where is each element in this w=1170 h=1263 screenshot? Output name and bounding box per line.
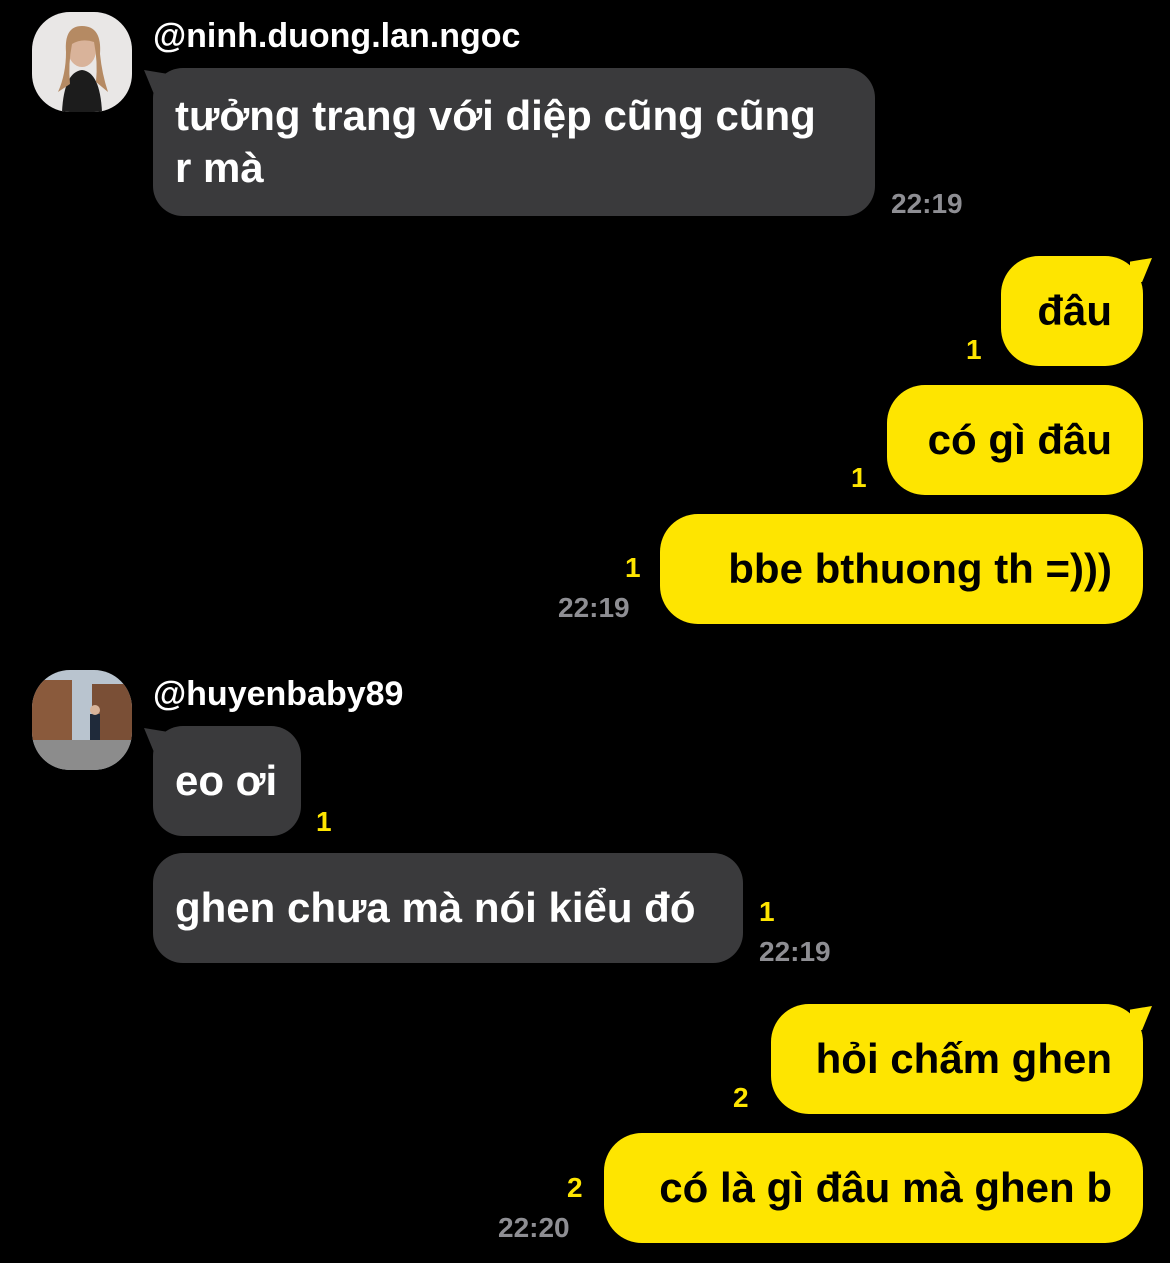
message-text: ghen chưa mà nói kiểu đó bbox=[175, 884, 696, 931]
message-timestamp: 22:19 bbox=[558, 592, 630, 623]
incoming-message[interactable]: eo ơi bbox=[153, 726, 301, 836]
avatar-ninh-duong-lan-ngoc[interactable] bbox=[32, 12, 132, 112]
message-text: eo ơi bbox=[175, 757, 278, 804]
message-text: đâu bbox=[1037, 287, 1112, 334]
unread-count: 1 bbox=[759, 896, 775, 927]
unread-count: 2 bbox=[567, 1172, 583, 1203]
message-text: có gì đâu bbox=[927, 416, 1112, 463]
unread-count: 1 bbox=[625, 552, 641, 583]
sender-name: @ninh.duong.lan.ngoc bbox=[153, 17, 521, 55]
message-timestamp: 22:20 bbox=[498, 1212, 570, 1243]
avatar-photo-icon bbox=[32, 12, 132, 112]
incoming-message[interactable]: ghen chưa mà nói kiểu đó bbox=[153, 853, 743, 963]
message-text: bbe bthuong th =))) bbox=[728, 545, 1112, 592]
unread-count: 1 bbox=[966, 334, 982, 365]
message-text: hỏi chấm ghen bbox=[815, 1035, 1112, 1082]
message-text-line: r mà bbox=[175, 144, 264, 191]
message-timestamp: 22:19 bbox=[891, 188, 963, 219]
message-text: có là gì đâu mà ghen b bbox=[659, 1164, 1112, 1211]
outgoing-message[interactable]: có là gì đâu mà ghen b bbox=[604, 1133, 1143, 1243]
outgoing-message[interactable]: hỏi chấm ghen bbox=[771, 1004, 1143, 1114]
unread-count: 1 bbox=[851, 462, 867, 493]
outgoing-message[interactable]: đâu bbox=[1001, 256, 1143, 366]
message-timestamp: 22:19 bbox=[759, 936, 831, 967]
incoming-message[interactable]: tưởng trang với diệp cũng cũng r mà bbox=[153, 68, 875, 216]
avatar-huyenbaby89[interactable] bbox=[32, 670, 132, 770]
avatar-photo-icon bbox=[32, 670, 132, 770]
outgoing-message[interactable]: có gì đâu bbox=[887, 385, 1143, 495]
outgoing-message[interactable]: bbe bthuong th =))) bbox=[660, 514, 1143, 624]
unread-count: 2 bbox=[733, 1082, 749, 1113]
unread-count: 1 bbox=[316, 806, 332, 837]
sender-name: @huyenbaby89 bbox=[153, 675, 404, 713]
message-text-line: tưởng trang với diệp cũng cũng bbox=[175, 92, 816, 139]
